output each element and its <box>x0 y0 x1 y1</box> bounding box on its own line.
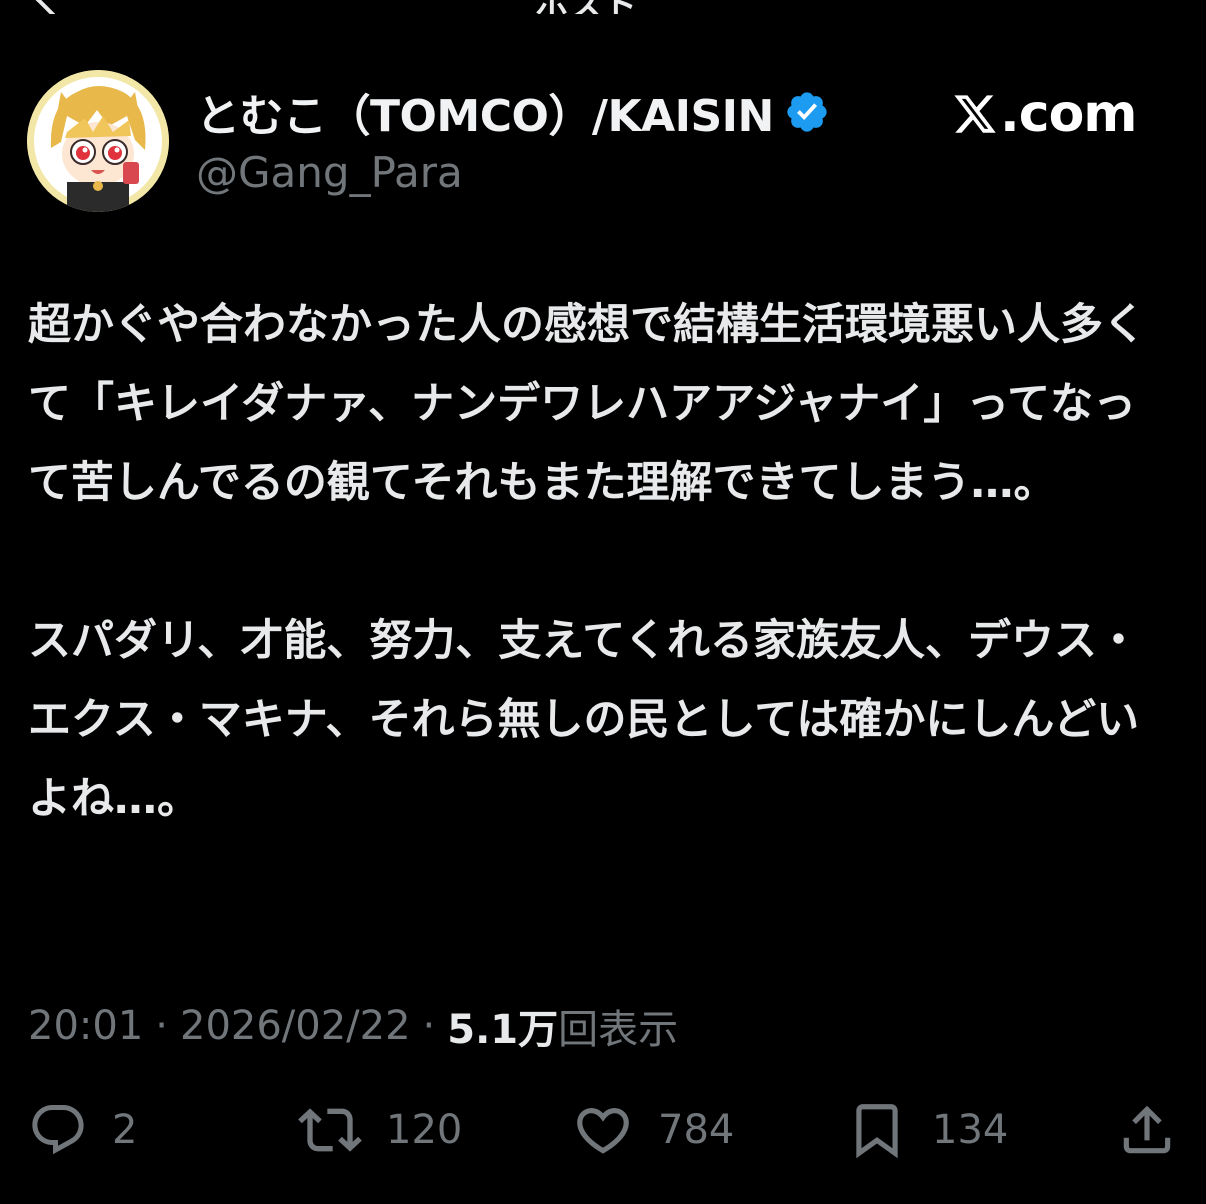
heart-icon <box>577 1108 629 1154</box>
tweet-text: 超かぐや合わなかった人の感想で結構生活環境悪い人多くて「キレイダナァ、ナンデワレ… <box>28 286 1148 839</box>
share-button[interactable] <box>1116 1092 1178 1168</box>
like-count: 784 <box>658 1107 735 1153</box>
avatar-anime-girl-icon <box>27 70 169 212</box>
author-handle[interactable]: @Gang_Para <box>196 148 463 197</box>
author-display-name[interactable]: とむこ（TOMCO）/KAISIN <box>196 80 774 144</box>
author-name-row[interactable]: とむこ（TOMCO）/KAISIN <box>196 84 830 142</box>
retweet-icon <box>298 1108 362 1152</box>
views-label: 回表示 <box>558 1007 679 1053</box>
avatar[interactable] <box>27 70 169 212</box>
back-arrow-icon[interactable] <box>34 0 72 14</box>
tweet-meta: 20:01 · 2026/02/22 · 5.1万 回表示 <box>28 997 678 1055</box>
reply-count: 2 <box>112 1107 138 1153</box>
bookmark-count: 134 <box>932 1107 1009 1153</box>
meta-separator: · <box>155 1003 168 1049</box>
retweet-count: 120 <box>386 1107 463 1153</box>
page-title: ポスト <box>535 0 637 14</box>
views-count: 5.1万 <box>447 1007 559 1053</box>
action-bar: 2 120 784 134 <box>0 1092 1206 1168</box>
tweet-paragraph: スパダリ、才能、努力、支えてくれる家族友人、デウス・エクス・マキナ、それら無しの… <box>28 616 1140 824</box>
verified-badge-icon <box>787 92 827 132</box>
reply-button[interactable]: 2 <box>28 1092 137 1168</box>
retweet-button[interactable]: 120 <box>298 1092 462 1168</box>
share-icon <box>1123 1105 1171 1154</box>
bookmark-button[interactable]: 134 <box>846 1092 1008 1168</box>
top-bar-cut: ポスト <box>0 0 1206 14</box>
tweet-date[interactable]: 2026/02/22 <box>180 1003 411 1049</box>
tweet-paragraph: 超かぐや合わなかった人の感想で結構生活環境悪い人多くて「キレイダナァ、ナンデワレ… <box>28 300 1146 508</box>
x-com-watermark: .com <box>952 82 1137 146</box>
bookmark-icon <box>856 1104 898 1159</box>
watermark-text: .com <box>1000 84 1137 144</box>
tweet-time[interactable]: 20:01 <box>28 1003 143 1049</box>
reply-icon <box>32 1105 84 1155</box>
x-logo-icon <box>954 95 996 133</box>
like-button[interactable]: 784 <box>572 1092 734 1168</box>
meta-separator: · <box>422 1003 436 1049</box>
